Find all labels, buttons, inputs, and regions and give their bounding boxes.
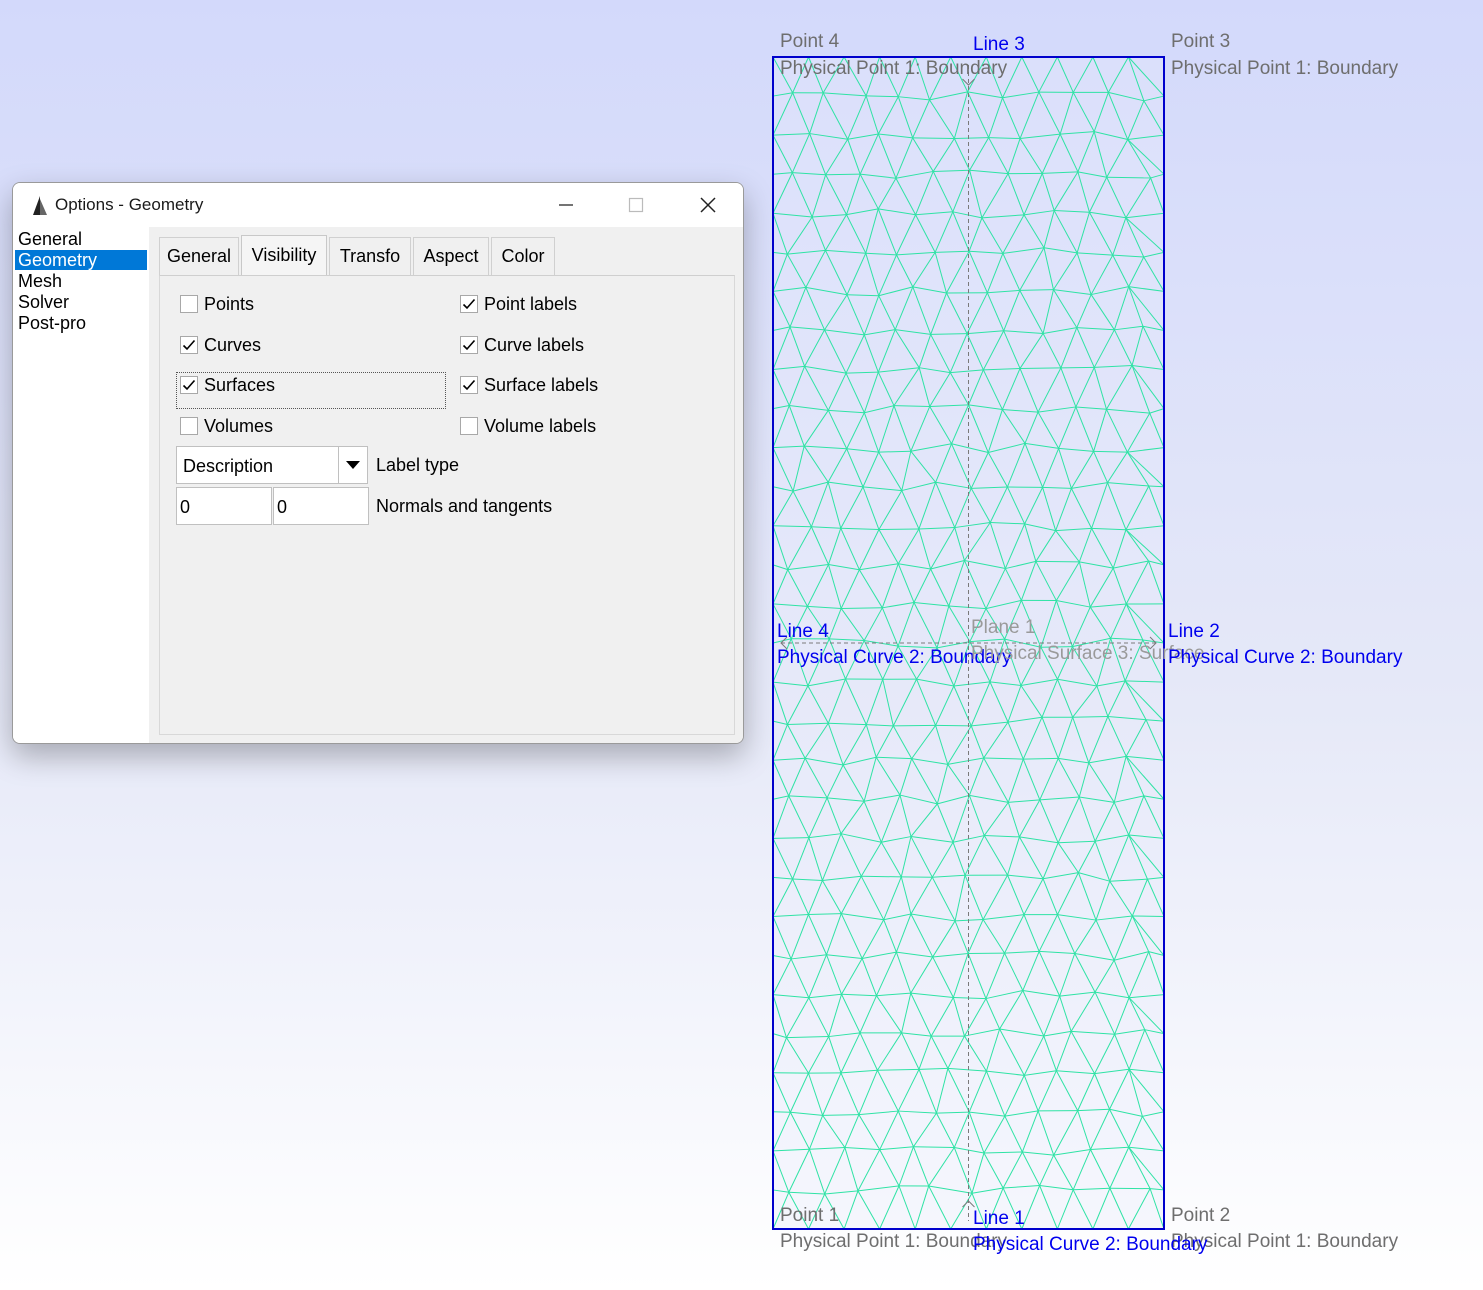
label-type-caption: Label type bbox=[376, 455, 460, 475]
normals-tangents-caption: Normals and tangents bbox=[376, 496, 553, 516]
mesh-edge bbox=[841, 607, 883, 609]
volume-labels-checkbox[interactable] bbox=[460, 417, 478, 435]
line-2-label: Line 2 bbox=[1168, 621, 1220, 642]
nav-item-general[interactable]: General bbox=[15, 229, 147, 249]
point-2-label: Point 2 bbox=[1171, 1205, 1231, 1226]
line-2-physical-label: Physical Curve 2: Boundary bbox=[1168, 647, 1403, 668]
point-3-physical-label: Physical Point 1: Boundary bbox=[1171, 58, 1399, 79]
point-4-label: Point 4 bbox=[780, 31, 840, 52]
close-icon bbox=[700, 197, 716, 213]
surfaces-checkbox[interactable] bbox=[180, 376, 198, 394]
mesh-edge bbox=[1132, 915, 1165, 917]
tangents-input[interactable]: 0 bbox=[273, 487, 369, 525]
tab-color[interactable]: Color bbox=[491, 237, 555, 275]
surfaces-label: Surfaces bbox=[204, 374, 276, 395]
point-labels-checkbox-row[interactable]: Point labels bbox=[460, 292, 577, 316]
curve-labels-checkbox-row[interactable]: Curve labels bbox=[460, 333, 584, 357]
curves-checkbox[interactable] bbox=[180, 336, 198, 354]
tab-aspect[interactable]: Aspect bbox=[413, 237, 489, 275]
dialog-title: Options - Geometry bbox=[55, 195, 204, 214]
mesh-edge bbox=[1106, 176, 1151, 179]
mesh-edge bbox=[912, 137, 955, 139]
tab-general[interactable]: General bbox=[159, 237, 239, 275]
volumes-checkbox-row[interactable]: Volumes bbox=[180, 414, 273, 438]
curve-labels-label: Curve labels bbox=[484, 334, 585, 355]
volumes-checkbox[interactable] bbox=[180, 417, 198, 435]
point-4-physical-label: Physical Point 1: Boundary bbox=[780, 58, 1008, 79]
gmsh-app-icon bbox=[33, 196, 47, 215]
points-checkbox[interactable] bbox=[180, 295, 198, 313]
tab-visibility[interactable]: Visibility bbox=[241, 235, 327, 275]
line-1-physical-label: Physical Curve 2: Boundary bbox=[973, 1234, 1208, 1255]
close-button[interactable] bbox=[685, 183, 731, 227]
mesh-edge bbox=[825, 173, 861, 176]
checkmark-icon bbox=[182, 339, 196, 351]
line-1-label: Line 1 bbox=[973, 1208, 1025, 1229]
mesh-edge bbox=[772, 837, 809, 839]
tab-transfo[interactable]: Transfo bbox=[329, 237, 411, 275]
surface-labels-checkbox[interactable] bbox=[460, 376, 478, 394]
nav-item-post-pro[interactable]: Post-pro bbox=[15, 313, 147, 333]
curves-label: Curves bbox=[204, 334, 262, 355]
volumes-label: Volumes bbox=[204, 415, 274, 436]
mesh-edge bbox=[1093, 450, 1128, 453]
curve-labels-checkbox[interactable] bbox=[460, 336, 478, 354]
mesh-edge bbox=[878, 528, 919, 531]
checkmark-icon bbox=[462, 298, 476, 310]
category-list[interactable]: General Geometry Mesh Solver Post-pro bbox=[13, 227, 149, 743]
points-label: Points bbox=[204, 293, 255, 314]
checkmark-icon bbox=[462, 339, 476, 351]
options-dialog[interactable]: Options - Geometry General Geometry Mesh… bbox=[12, 182, 744, 744]
normals-input[interactable]: 0 bbox=[176, 487, 272, 525]
visibility-panel: Points Point labels Curves Curve labels … bbox=[159, 275, 735, 735]
maximize-button[interactable] bbox=[613, 183, 659, 227]
minimize-button[interactable] bbox=[543, 183, 589, 227]
line-4-label: Line 4 bbox=[777, 621, 829, 642]
maximize-icon bbox=[628, 197, 644, 213]
checkmark-icon bbox=[462, 379, 476, 391]
nav-item-solver[interactable]: Solver bbox=[15, 292, 147, 312]
plane-1-label: Plane 1 bbox=[971, 617, 1036, 638]
point-3-label: Point 3 bbox=[1171, 31, 1231, 52]
mesh-edge bbox=[1023, 757, 1059, 760]
curves-checkbox-row[interactable]: Curves bbox=[180, 333, 261, 357]
volume-labels-label: Volume labels bbox=[484, 415, 597, 436]
triangle-down-icon bbox=[346, 461, 360, 469]
nav-item-mesh[interactable]: Mesh bbox=[15, 271, 147, 291]
point-labels-label: Point labels bbox=[484, 293, 578, 314]
checkmark-icon bbox=[182, 379, 196, 391]
surface-labels-checkbox-row[interactable]: Surface labels bbox=[460, 373, 598, 397]
point-labels-checkbox[interactable] bbox=[460, 295, 478, 313]
nav-item-geometry[interactable]: Geometry bbox=[15, 250, 147, 270]
minimize-icon bbox=[559, 204, 573, 206]
points-checkbox-row[interactable]: Points bbox=[180, 292, 254, 316]
mesh-edge bbox=[1020, 367, 1061, 369]
label-type-select[interactable]: Description bbox=[176, 446, 368, 484]
volume-labels-checkbox-row[interactable]: Volume labels bbox=[460, 414, 596, 438]
mesh-edge bbox=[935, 724, 972, 727]
dropdown-arrow[interactable] bbox=[338, 447, 367, 483]
label-type-value: Description bbox=[183, 456, 274, 476]
options-content: General Visibility Transfo Aspect Color … bbox=[149, 227, 743, 743]
surface-labels-label: Surface labels bbox=[484, 374, 599, 395]
point-1-label: Point 1 bbox=[780, 1205, 840, 1226]
mesh-edge bbox=[861, 875, 902, 878]
line-3-label: Line 3 bbox=[973, 34, 1025, 55]
title-bar[interactable]: Options - Geometry bbox=[13, 183, 743, 227]
surfaces-checkbox-row[interactable]: Surfaces bbox=[180, 373, 275, 397]
